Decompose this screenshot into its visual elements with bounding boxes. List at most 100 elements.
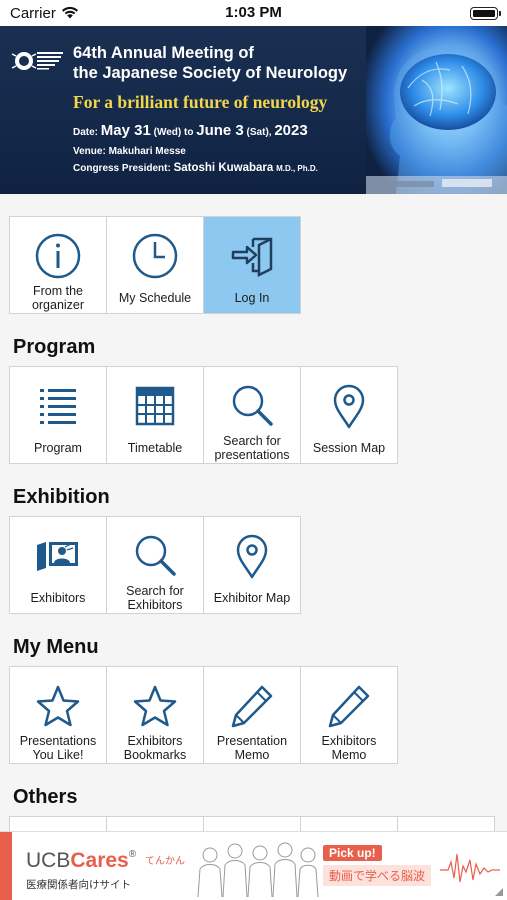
presentations-you-like-label-line1: Presentations — [19, 734, 97, 748]
date-year: 2023 — [274, 122, 308, 139]
search-exhibitors-label: Search for Exhibitors — [107, 584, 203, 612]
clock-time: 1:03 PM — [225, 4, 282, 21]
presentations-you-like-label-line2: You Like! — [32, 748, 84, 762]
my-schedule-tile[interactable]: My Schedule — [106, 216, 204, 314]
exhibitor-map-label: Exhibitor Map — [213, 591, 291, 605]
session-map-label: Session Map — [312, 441, 386, 455]
eeg-wave-icon — [440, 853, 500, 883]
banner-venue: Venue: Makuhari Messe — [73, 146, 186, 157]
date-end-day: (Sat), — [246, 127, 272, 138]
exhibitors-bookmarks-label-line2: Bookmarks — [123, 748, 187, 762]
ad-subtitle: 医療関係者向けサイト — [26, 879, 131, 891]
exhibition-section-title: Exhibition — [13, 486, 110, 508]
date-end: June 3 — [196, 122, 244, 139]
presentations-you-like-tile[interactable]: Presentations You Like! — [9, 666, 107, 764]
search-presentations-label-line1: Search for — [223, 434, 281, 448]
calendar-icon — [107, 383, 203, 429]
ad-brand-prefix: UCB — [26, 849, 71, 872]
ad-brand-mark: ® — [128, 849, 137, 860]
from-organizer-label: From the organizer — [10, 284, 106, 312]
presentations-you-like-label: Presentations You Like! — [10, 734, 106, 762]
others-section-title: Others — [13, 786, 78, 808]
program-tile-row: Program Timetable Search for presentatio… — [9, 366, 398, 464]
info-icon — [10, 233, 106, 279]
star-icon — [107, 683, 203, 729]
my-schedule-label: My Schedule — [118, 291, 192, 305]
date-start-day: (Wed) — [153, 127, 182, 138]
exhibitors-bookmarks-label: Exhibitors Bookmarks — [107, 734, 203, 762]
date-to: to — [184, 127, 194, 138]
my-menu-section-title: My Menu — [13, 636, 99, 658]
banner-president: Congress President: Satoshi Kuwabara M.D… — [73, 162, 318, 174]
banner-title-line1: 64th Annual Meeting of — [73, 44, 254, 62]
ad-brand-suffix: Cares — [70, 849, 129, 872]
people-illustration — [197, 842, 319, 897]
search-exhibitors-label-line1: Search for — [126, 584, 184, 598]
exhibitor-map-tile[interactable]: Exhibitor Map — [203, 516, 301, 614]
search-exhibitors-tile[interactable]: Search for Exhibitors — [106, 516, 204, 614]
map-pin-icon — [204, 533, 300, 579]
banner-tagline: For a brilliant future of neurology — [73, 92, 328, 112]
exhibitors-label: Exhibitors — [30, 591, 86, 605]
search-icon — [204, 383, 300, 429]
banner-title-line2: the Japanese Society of Neurology — [73, 64, 348, 82]
timetable-label: Timetable — [127, 441, 183, 455]
exhibitors-memo-label-line1: Exhibitors — [321, 734, 377, 748]
star-icon — [10, 683, 106, 729]
exhibitors-bookmarks-label-line1: Exhibitors — [127, 734, 183, 748]
from-organizer-label-line2: organizer — [31, 298, 85, 312]
banner-date: Date: May 31 (Wed) to June 3 (Sat), 2023 — [73, 122, 308, 139]
date-prefix: Date: — [73, 127, 99, 138]
clock-icon — [107, 233, 203, 279]
search-presentations-tile[interactable]: Search for presentations — [203, 366, 301, 464]
banner-title: 64th Annual Meeting of the Japanese Soci… — [73, 43, 373, 83]
from-organizer-tile[interactable]: From the organizer — [9, 216, 107, 314]
program-label: Program — [34, 441, 82, 455]
ad-brand: UCBCares® — [26, 849, 136, 873]
presentation-memo-label: Presentation Memo — [204, 734, 300, 762]
pencil-icon — [204, 683, 300, 729]
presentation-memo-label-line2: Memo — [234, 748, 270, 762]
president-prefix: Congress President: — [73, 163, 171, 174]
exhibitors-memo-tile[interactable]: Exhibitors Memo — [300, 666, 398, 764]
ad-pick-up-badge: Pick up! — [323, 845, 382, 861]
app-screen: Carrier 1:03 PM 64th Annual Meeting of t… — [0, 0, 507, 900]
ad-accent-stripe — [0, 832, 12, 900]
search-icon — [107, 533, 203, 579]
exhibition-tile-row: Exhibitors Search for Exhibitors Exhibit… — [9, 516, 301, 614]
exhibitors-memo-label-line2: Memo — [331, 748, 367, 762]
map-pin-icon — [301, 383, 397, 429]
society-logo — [11, 52, 63, 70]
pencil-icon — [301, 683, 397, 729]
search-presentations-label: Search for presentations — [204, 434, 300, 462]
battery-icon — [470, 7, 501, 20]
exhibitors-bookmarks-tile[interactable]: Exhibitors Bookmarks — [106, 666, 204, 764]
log-in-tile[interactable]: Log In — [203, 216, 301, 314]
from-organizer-label-line1: From the — [32, 284, 83, 298]
ad-tenkan: てんかん — [145, 856, 185, 867]
president-name: Satoshi Kuwabara — [173, 162, 274, 174]
brain-illustration — [366, 26, 507, 194]
my-menu-tile-row: Presentations You Like! Exhibitors Bookm… — [9, 666, 398, 764]
meeting-banner[interactable]: 64th Annual Meeting of the Japanese Soci… — [0, 26, 507, 194]
search-presentations-label-line2: presentations — [214, 448, 290, 462]
presentation-memo-label-line1: Presentation — [216, 734, 288, 748]
session-map-tile[interactable]: Session Map — [300, 366, 398, 464]
date-start: May 31 — [100, 122, 151, 139]
log-in-label: Log In — [234, 291, 270, 305]
top-tile-row: From the organizer My Schedule Log In — [9, 216, 301, 314]
timetable-tile[interactable]: Timetable — [106, 366, 204, 464]
ad-corner-icon — [495, 888, 503, 896]
exhibitors-tile[interactable]: Exhibitors — [9, 516, 107, 614]
login-icon — [204, 233, 300, 279]
ad-headline: 動画で学べる脳波 — [323, 865, 432, 886]
ad-banner[interactable]: UCBCares® てんかん 医療関係者向けサイト Pick up! 動画で学べ… — [0, 831, 507, 900]
status-bar: Carrier 1:03 PM — [0, 0, 507, 26]
search-exhibitors-label-line2: Exhibitors — [127, 598, 183, 612]
presentation-memo-tile[interactable]: Presentation Memo — [203, 666, 301, 764]
exhibitor-icon — [10, 533, 106, 579]
list-icon — [10, 383, 106, 429]
exhibitors-memo-label: Exhibitors Memo — [301, 734, 397, 762]
program-section-title: Program — [13, 336, 96, 358]
program-tile[interactable]: Program — [9, 366, 107, 464]
